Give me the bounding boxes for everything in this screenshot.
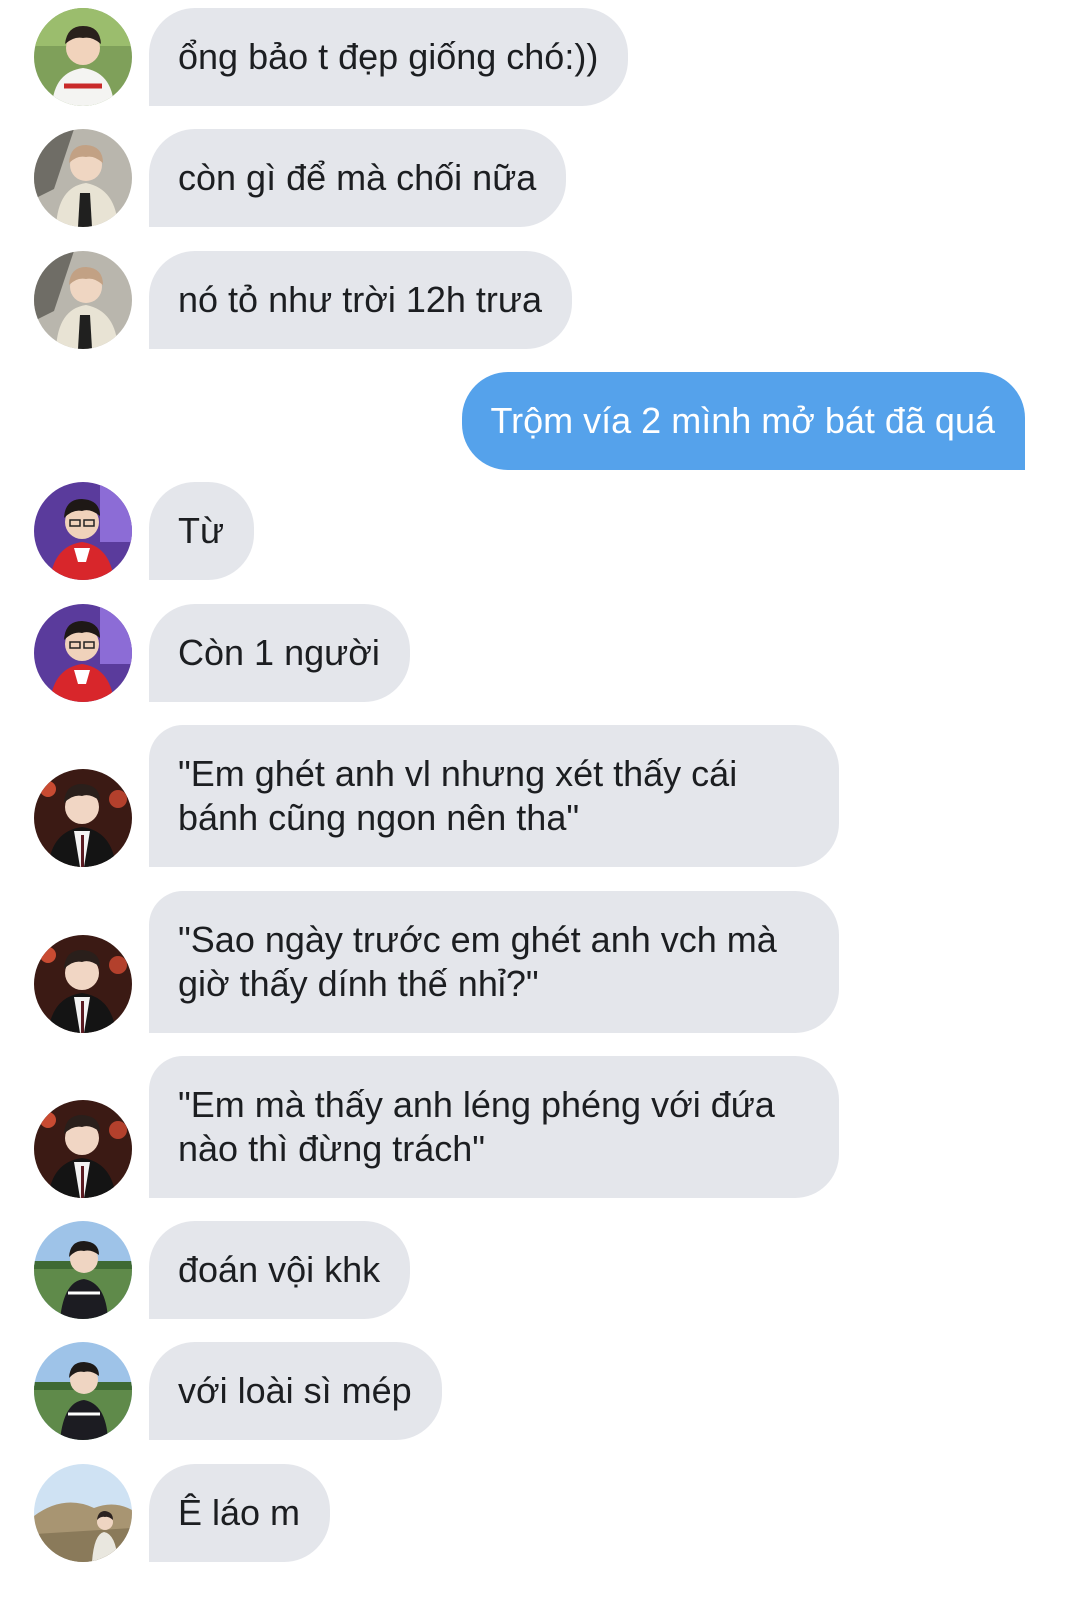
avatar[interactable] <box>34 129 132 227</box>
avatar[interactable] <box>34 8 132 106</box>
message-bubble[interactable]: "Em mà thấy anh léng phéng với đứa nào t… <box>149 1056 839 1198</box>
message-row: Còn 1 người <box>0 604 1080 702</box>
message-bubble[interactable]: với loài sì mép <box>149 1342 442 1440</box>
message-row: nó tỏ như trời 12h trưa <box>0 251 1080 349</box>
message-bubble[interactable]: còn gì để mà chối nữa <box>149 129 567 227</box>
message-bubble[interactable]: "Em ghét anh vl nhưng xét thấy cái bánh … <box>149 725 839 867</box>
message-bubble[interactable]: "Sao ngày trước em ghét anh vch mà giờ t… <box>149 891 839 1033</box>
message-row: "Em ghét anh vl nhưng xét thấy cái bánh … <box>0 725 1080 867</box>
message-bubble[interactable]: nó tỏ như trời 12h trưa <box>149 251 572 349</box>
message-bubble[interactable]: Ê láo m <box>149 1464 331 1562</box>
avatar[interactable] <box>34 251 132 349</box>
avatar[interactable] <box>34 769 132 867</box>
message-row: với loài sì mép <box>0 1342 1080 1440</box>
chat-screen: { "colors": { "incoming_bubble": "#e4e6e… <box>0 0 1080 1599</box>
avatar[interactable] <box>34 482 132 580</box>
avatar[interactable] <box>34 1100 132 1198</box>
message-bubble[interactable]: Từ <box>149 482 255 580</box>
message-row: "Sao ngày trước em ghét anh vch mà giờ t… <box>0 891 1080 1033</box>
avatar[interactable] <box>34 935 132 1033</box>
avatar[interactable] <box>34 604 132 702</box>
message-row: ổng bảo t đẹp giống chó:)) <box>0 8 1080 106</box>
message-row: còn gì để mà chối nữa <box>0 129 1080 227</box>
message-bubble[interactable]: đoán vội khk <box>149 1221 411 1319</box>
message-row: đoán vội khk <box>0 1221 1080 1319</box>
message-bubble[interactable]: ổng bảo t đẹp giống chó:)) <box>149 8 629 106</box>
message-row: Từ <box>0 482 1080 580</box>
avatar[interactable] <box>34 1342 132 1440</box>
message-bubble-outgoing[interactable]: Trộm vía 2 mình mở bát đã quá <box>461 372 1025 470</box>
message-row: Trộm vía 2 mình mở bát đã quá <box>0 372 1080 470</box>
message-row: "Em mà thấy anh léng phéng với đứa nào t… <box>0 1056 1080 1198</box>
message-bubble[interactable]: Còn 1 người <box>149 604 410 702</box>
avatar[interactable] <box>34 1464 132 1562</box>
message-row: Ê láo m <box>0 1464 1080 1562</box>
avatar[interactable] <box>34 1221 132 1319</box>
